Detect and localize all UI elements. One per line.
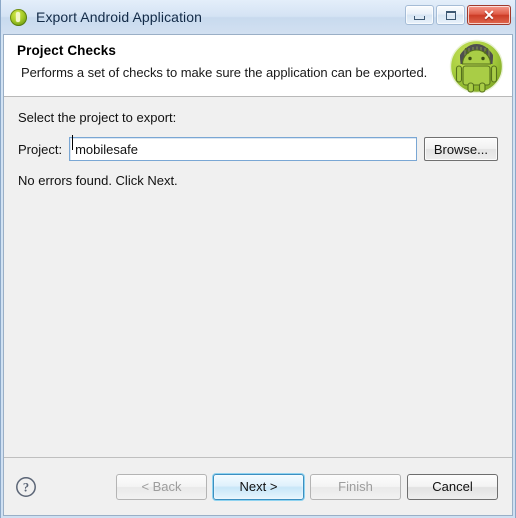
- close-icon: ✕: [483, 7, 495, 23]
- status-message: No errors found. Click Next.: [18, 173, 178, 188]
- dialog-body: Project Checks Performs a set of checks …: [3, 34, 513, 516]
- maximize-button[interactable]: [436, 5, 465, 25]
- export-android-application-window: Export Android Application ✕ Project Che…: [0, 0, 516, 518]
- project-row: Project: Browse...: [18, 137, 498, 161]
- back-button[interactable]: < Back: [116, 473, 207, 500]
- select-project-label: Select the project to export:: [18, 110, 177, 125]
- close-button[interactable]: ✕: [467, 5, 511, 25]
- page-title: Project Checks: [17, 43, 116, 58]
- dialog-footer: ? < Back Next > Finish Cancel: [4, 457, 512, 515]
- maximize-icon: [445, 10, 456, 20]
- minimize-button[interactable]: [405, 5, 434, 25]
- project-input[interactable]: [69, 137, 417, 161]
- window-title: Export Android Application: [36, 9, 203, 25]
- help-question-icon[interactable]: ?: [15, 476, 37, 498]
- android-robot-icon: [449, 39, 504, 94]
- finish-button[interactable]: Finish: [310, 473, 401, 500]
- wizard-content: Select the project to export: Project: B…: [4, 97, 512, 457]
- cancel-button[interactable]: Cancel: [407, 473, 498, 500]
- project-label: Project:: [18, 141, 63, 157]
- window-controls: ✕: [405, 5, 511, 25]
- footer-button-group: < Back Next > Finish Cancel: [116, 473, 498, 500]
- next-button[interactable]: Next >: [213, 473, 304, 500]
- browse-button[interactable]: Browse...: [423, 137, 498, 161]
- svg-text:?: ?: [23, 480, 29, 494]
- title-bar: Export Android Application ✕: [1, 0, 515, 34]
- text-caret: [72, 135, 73, 150]
- export-wizard-icon: [10, 8, 27, 26]
- wizard-header: Project Checks Performs a set of checks …: [4, 35, 512, 97]
- page-description: Performs a set of checks to make sure th…: [21, 65, 428, 80]
- minimize-icon: [414, 15, 425, 20]
